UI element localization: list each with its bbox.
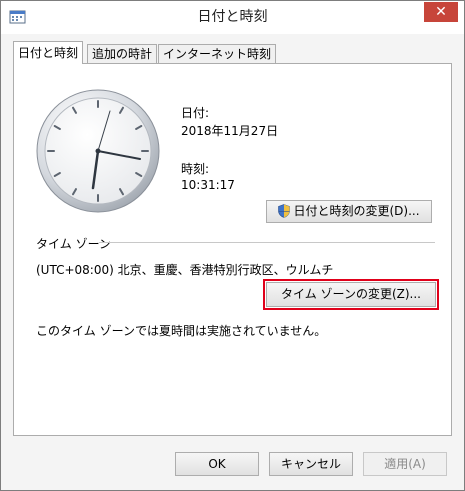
cancel-button[interactable]: キャンセル [269,452,353,476]
change-date-time-button[interactable]: 日付と時刻の変更(D)... [266,200,432,223]
close-button[interactable]: ✕ [424,2,458,22]
window-title: 日付と時刻 [197,9,268,25]
change-date-time-label: 日付と時刻の変更(D)... [293,204,420,218]
title-bar[interactable]: 日付と時刻 ✕ [1,1,464,34]
tab-internet-time[interactable]: インターネット時刻 [158,44,277,63]
close-icon: ✕ [435,4,447,20]
date-label: 日付: [181,106,210,120]
tab-date-and-time[interactable]: 日付と時刻 [13,41,84,64]
date-value: 2018年11月27日 [181,124,279,138]
date-time-dialog: 日付と時刻 ✕ 日付と時刻 追加の時計 インターネット時刻 日付: 2018年1… [0,0,465,491]
apply-button[interactable]: 適用(A) [363,452,447,476]
ok-button[interactable]: OK [175,452,259,476]
time-zone-section-label: タイム ゾーン [36,237,111,251]
analog-clock-icon [36,89,160,213]
tab-additional-clocks[interactable]: 追加の時計 [87,44,158,63]
time-value: 10:31:17 [181,178,235,192]
tab-panel: 日付: 2018年11月27日 時刻: 10:31:17 日付と時刻の変更(D)… [13,63,452,436]
time-zone-value: (UTC+08:00) 北京、重慶、香港特別行政区、ウルムチ [36,263,334,277]
change-time-zone-button[interactable]: タイム ゾーンの変更(Z)... [266,282,436,307]
change-time-zone-label: タイム ゾーンの変更(Z)... [280,287,421,301]
section-divider [99,242,435,243]
time-label: 時刻: [181,162,210,176]
dst-note: このタイム ゾーンでは夏時間は実施されていません。 [36,324,327,338]
uac-shield-icon [278,204,291,218]
